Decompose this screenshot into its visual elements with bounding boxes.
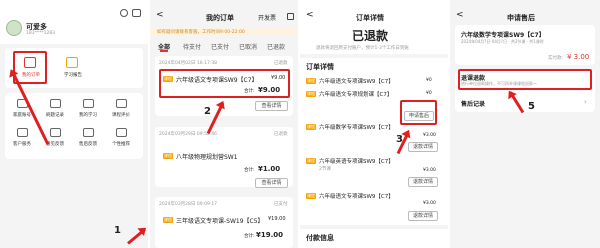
- tab-paid[interactable]: 已支付: [211, 42, 229, 51]
- item-name: 六年级语文专项课SW9【C7】: [319, 79, 394, 85]
- paid-label: 实付款：: [548, 56, 566, 61]
- course-tag: 课程: [306, 78, 316, 84]
- view-detail-button[interactable]: 查看详情: [255, 178, 288, 188]
- service-icon: [17, 128, 28, 137]
- step-number-2: 2: [204, 106, 211, 117]
- phone: 183****1283: [26, 31, 56, 36]
- order-detail-screen: < 订单详情 已退款 退款将退回原支付账户，预计1-3个工作日到账 订单详情 课…: [300, 0, 448, 248]
- section-title: 订单详情: [306, 63, 334, 71]
- grid-item-3[interactable]: 我的学习: [74, 112, 102, 118]
- gear-icon[interactable]: [120, 9, 128, 17]
- pay-info-title: 付款信息: [306, 234, 334, 242]
- step-number-3: 3: [396, 134, 403, 145]
- order-total: ¥19.00: [256, 231, 284, 239]
- report-icon: [66, 57, 78, 68]
- review-icon: [116, 99, 127, 108]
- aftersale-icon: [83, 128, 94, 137]
- practice-icon: [50, 99, 61, 108]
- back-icon[interactable]: <: [306, 10, 314, 20]
- message-icon[interactable]: [132, 9, 141, 17]
- tab-underline: [160, 50, 168, 52]
- grid-item-4[interactable]: 课程评价: [107, 112, 135, 118]
- step-number-1: 1: [114, 225, 121, 236]
- order-status: 已退款: [274, 132, 288, 137]
- course-tag: 课程: [306, 193, 316, 199]
- recommend-icon: [116, 128, 127, 137]
- page-title: 申请售后: [507, 14, 535, 22]
- status-title: 已退款: [352, 29, 389, 43]
- grid-item-7[interactable]: 售后反馈: [74, 141, 102, 147]
- grid-item-5[interactable]: 客户服务: [8, 141, 36, 147]
- order-date: 2024年03月28日 09:09:17: [159, 202, 218, 207]
- divider: [300, 225, 448, 229]
- guide-arrow-1b: [127, 228, 146, 245]
- back-icon[interactable]: <: [156, 10, 164, 20]
- order-highlight[interactable]: [159, 69, 290, 98]
- study-icon: [83, 99, 94, 108]
- order-status: 已退款: [274, 61, 288, 66]
- refund-detail-button[interactable]: 退款详情: [408, 142, 438, 152]
- profile-screen: 可爱多 183****1283 我的订单 学习报告 家庭账号 刷题记录 我的学习…: [0, 0, 148, 248]
- item-name: 六年级数学专项课SW9【C7】: [319, 125, 394, 131]
- item-name: 六年级语文专项课SW9【C7】: [319, 194, 394, 200]
- study-center-label[interactable]: 学习报告: [58, 72, 88, 78]
- back-icon[interactable]: <: [456, 10, 464, 20]
- item-price: ¥3.00: [423, 168, 436, 173]
- order-price: ¥19.00: [268, 216, 286, 222]
- divider: [300, 54, 448, 58]
- page-title: 订单详情: [356, 14, 384, 22]
- product-meta: 2024年04月?日-04月?日 · 共2节课 · 共1课时: [461, 39, 544, 44]
- course-tag: 课程: [163, 217, 173, 223]
- item-sub: 2节课: [319, 167, 331, 172]
- order-total: ¥1.00: [258, 165, 281, 173]
- item-price: ¥3.00: [423, 133, 436, 138]
- grid-item-2[interactable]: 刷题记录: [41, 112, 69, 118]
- view-detail-button[interactable]: 查看详情: [255, 101, 288, 111]
- total-label: 合计:: [244, 168, 255, 173]
- apply-highlight[interactable]: [400, 100, 437, 125]
- notice-text: 如有疑问请联系客服，工作时间9:00-22:00: [157, 30, 245, 35]
- step-number-4: 5: [528, 101, 535, 112]
- refund-detail-button[interactable]: 退款详情: [408, 211, 438, 221]
- invoice-link[interactable]: 开发票: [258, 13, 276, 22]
- profile-header: [0, 0, 148, 44]
- course-tag: 课程: [163, 153, 173, 159]
- page-title: 我的订单: [206, 14, 234, 22]
- order-date: 2024年04月02日 16:17:38: [159, 61, 218, 66]
- refund-detail-button[interactable]: 退款详情: [408, 177, 438, 187]
- orders-screen: < 我的订单 开发票 如有疑问请联系客服，工作时间9:00-22:00 全部 待…: [150, 0, 298, 248]
- item-name: 六年级英语专项课SW9【C7】: [319, 159, 394, 165]
- aftersale-screen: < 申请售后 六年级数学专项课SW9【C7】 2024年04月?日-04月?日 …: [450, 0, 600, 248]
- paid-amount: ¥ 3.00: [567, 53, 590, 61]
- notice-icon: [287, 13, 294, 20]
- course-tag: 课程: [306, 91, 316, 97]
- total-label: 合计:: [244, 234, 255, 239]
- refund-option-button[interactable]: [458, 69, 592, 90]
- record-link[interactable]: 售后记录: [461, 99, 485, 108]
- item-price: ¥0: [426, 91, 432, 96]
- order-name: 三年级语文专项课-SW19【C5】: [176, 218, 264, 225]
- order-name: 八年级物理规划营SW1: [176, 154, 238, 161]
- item-price: ¥0: [426, 78, 432, 83]
- avatar[interactable]: [6, 20, 22, 36]
- order-status: 已支付: [274, 202, 288, 207]
- tab-unpaid[interactable]: 待支付: [183, 42, 201, 51]
- item-name: 六年级语文专项规划课【C7】: [319, 92, 393, 98]
- item-price: ¥3.00: [423, 201, 436, 206]
- tab-cancelled[interactable]: 已取消: [239, 42, 257, 51]
- course-tag: 课程: [306, 158, 316, 164]
- feedback-icon: [50, 128, 61, 137]
- chevron-right-icon: ›: [584, 98, 587, 106]
- tab-refunded[interactable]: 已退款: [267, 42, 285, 51]
- status-subtitle: 退款将退回原支付账户，预计1-3个工作日到账: [316, 46, 409, 51]
- product-name: 六年级数学专项课SW9【C7】: [461, 32, 545, 39]
- course-tag: 课程: [306, 124, 316, 130]
- grid-item-8[interactable]: 个性推荐: [107, 141, 135, 147]
